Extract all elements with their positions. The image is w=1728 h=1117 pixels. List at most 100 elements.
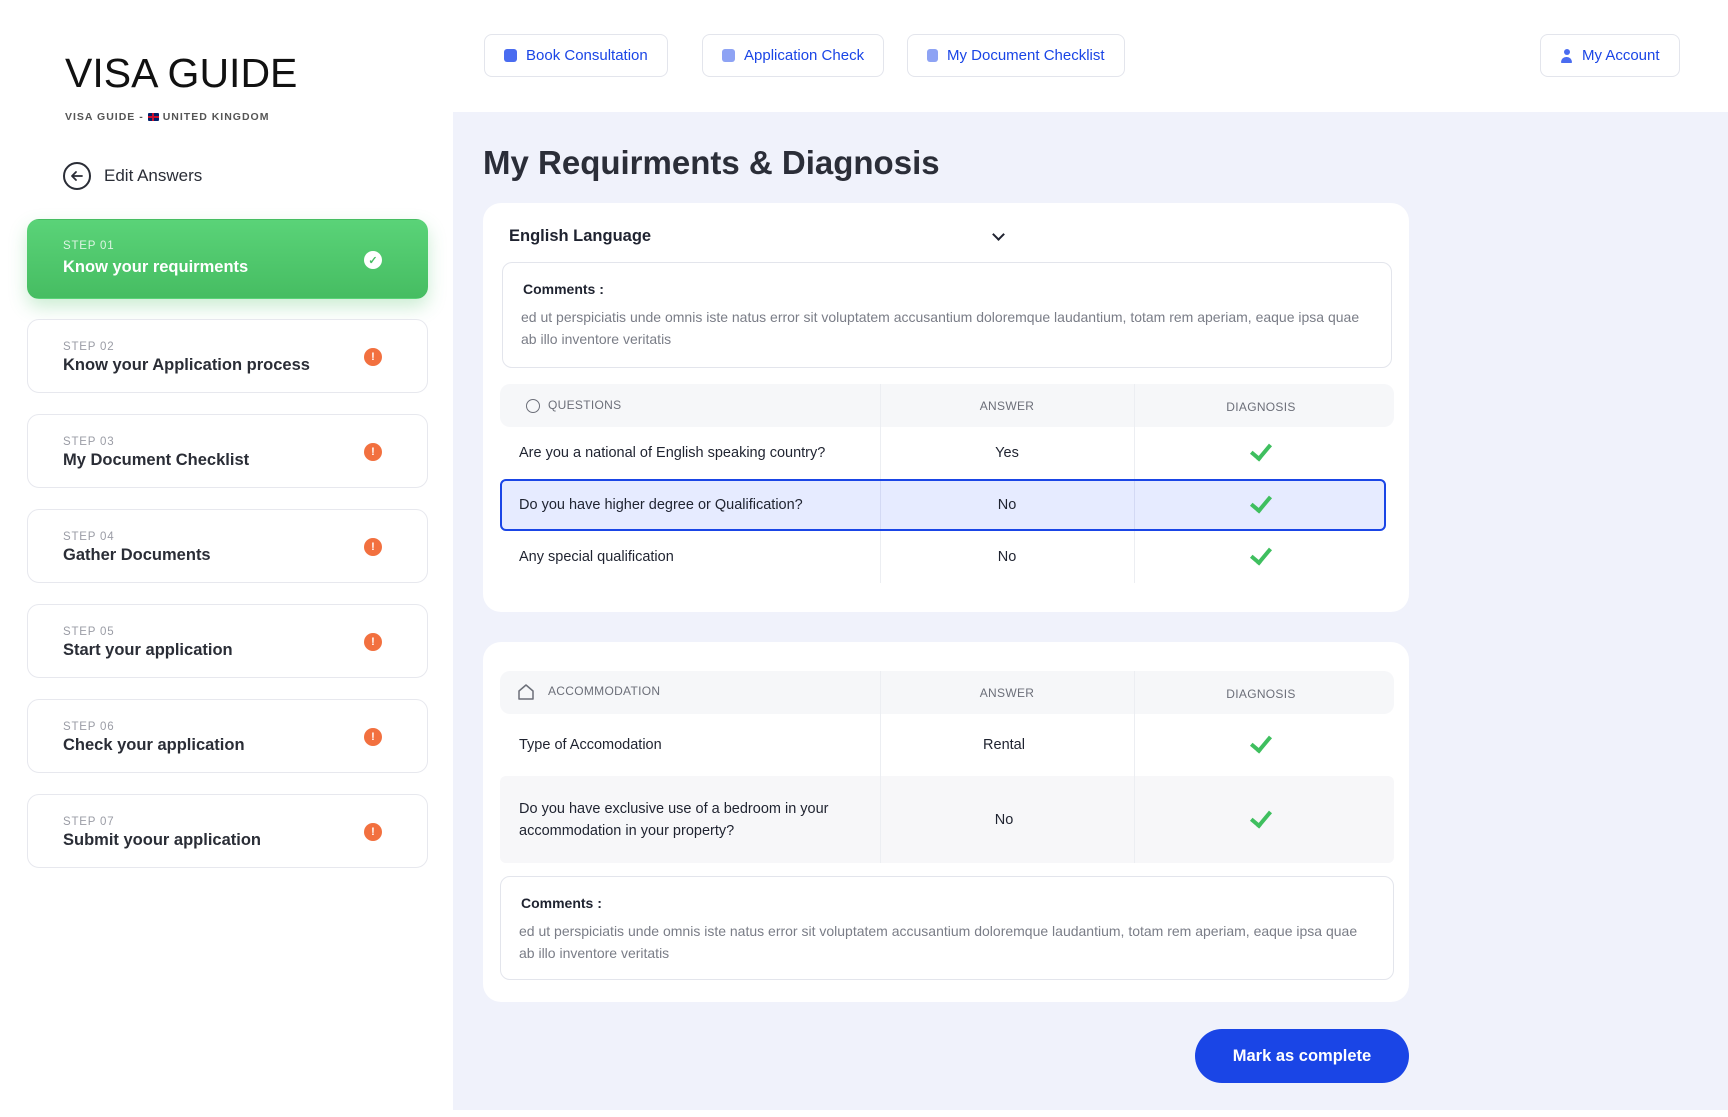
questions-header: QUESTIONS xyxy=(526,398,621,413)
step-item-02[interactable]: STEP 02 Know your Application process ! xyxy=(27,319,428,393)
diagnosis-cell xyxy=(1134,542,1388,566)
edit-answers-label: Edit Answers xyxy=(104,166,203,185)
step-label: Know your Application process xyxy=(63,356,310,374)
calendar-icon xyxy=(504,49,517,62)
step-item-06[interactable]: STEP 06 Check your application ! xyxy=(27,699,428,773)
checkmark-icon xyxy=(1249,730,1273,754)
document-icon xyxy=(927,49,938,62)
english-language-card: English Language Comments : ed ut perspi… xyxy=(483,203,1409,612)
english-questions-table: QUESTIONS ANSWER DIAGNOSIS Are you a nat… xyxy=(500,384,1394,583)
accommodation-table: ACCOMMODATION ANSWER DIAGNOSIS Type of A… xyxy=(500,671,1394,863)
question-cell: Do you have exclusive use of a bedroom i… xyxy=(519,800,829,839)
table-row[interactable]: Are you a national of English speaking c… xyxy=(500,427,1394,479)
table-header: ACCOMMODATION ANSWER DIAGNOSIS xyxy=(500,671,1394,714)
book-consultation-button[interactable]: Book Consultation xyxy=(484,34,668,77)
diagnosis-cell xyxy=(1134,438,1388,462)
step-item-07[interactable]: STEP 07 Submit yoour application ! xyxy=(27,794,428,868)
document-checklist-label: My Document Checklist xyxy=(947,47,1105,64)
answer-cell: No xyxy=(997,497,1017,513)
question-cell: Do you have higher degree or Qualificati… xyxy=(519,497,803,513)
question-icon xyxy=(526,398,540,413)
checkmark-icon xyxy=(1249,490,1273,514)
answer-cell: No xyxy=(997,549,1017,565)
checkmark-icon xyxy=(1249,438,1273,462)
brand-subtitle-country: UNITED KINGDOM xyxy=(162,111,270,123)
sidebar: VISA GUIDE VISA GUIDE - UNITED KINGDOM E… xyxy=(0,0,453,1117)
mark-as-complete-button[interactable]: Mark as complete xyxy=(1195,1029,1409,1083)
step-number: STEP 04 xyxy=(63,531,115,543)
comments-body: ed ut perspiciatis unde omnis iste natus… xyxy=(519,923,1358,961)
diagnosis-header: DIAGNOSIS xyxy=(1226,687,1296,701)
step-label: Know your requirments xyxy=(63,258,249,276)
step-label: Submit yoour application xyxy=(63,831,262,849)
my-account-button[interactable]: My Account xyxy=(1540,34,1680,77)
step-label: Gather Documents xyxy=(63,546,211,564)
home-icon xyxy=(518,684,534,700)
step-label: My Document Checklist xyxy=(63,451,250,469)
document-checklist-button[interactable]: My Document Checklist xyxy=(907,34,1125,77)
main-content: Book Consultation Application Check My D… xyxy=(453,0,1728,1110)
diagnosis-header: DIAGNOSIS xyxy=(1226,400,1296,414)
back-arrow-icon xyxy=(63,162,91,190)
accommodation-header: ACCOMMODATION xyxy=(516,682,660,702)
table-row[interactable]: Do you have exclusive use of a bedroom i… xyxy=(500,776,1394,863)
diagnosis-cell xyxy=(1134,490,1388,514)
step-number: STEP 07 xyxy=(63,816,115,828)
steps-list: STEP 01 Know your requirments ✓ STEP 02 … xyxy=(27,219,428,889)
step-number: STEP 01 xyxy=(63,240,115,252)
accommodation-header-label: ACCOMMODATION xyxy=(548,684,661,699)
alert-icon: ! xyxy=(364,823,382,841)
brand-subtitle: VISA GUIDE - UNITED KINGDOM xyxy=(65,111,269,123)
chevron-down-icon xyxy=(992,228,1005,241)
table-row[interactable]: Any special qualification No xyxy=(500,531,1394,583)
comments-box: Comments : ed ut perspiciatis unde omnis… xyxy=(502,262,1392,368)
step-item-04[interactable]: STEP 04 Gather Documents ! xyxy=(27,509,428,583)
top-navbar: Book Consultation Application Check My D… xyxy=(453,0,1728,112)
alert-icon: ! xyxy=(364,443,382,461)
step-label: Check your application xyxy=(63,736,245,754)
question-cell: Are you a national of English speaking c… xyxy=(519,445,826,461)
comments-box: Comments : ed ut perspiciatis unde omnis… xyxy=(500,876,1394,980)
answer-cell: No xyxy=(994,811,1014,828)
step-item-05[interactable]: STEP 05 Start your application ! xyxy=(27,604,428,678)
uk-flag-icon xyxy=(147,113,159,121)
my-account-label: My Account xyxy=(1582,47,1660,64)
diagnosis-cell xyxy=(1134,730,1388,754)
user-icon xyxy=(1560,48,1573,63)
english-language-accordion[interactable]: English Language xyxy=(509,227,1009,246)
step-number: STEP 05 xyxy=(63,626,115,638)
diagnosis-cell xyxy=(1134,804,1388,829)
table-row[interactable]: Type of Accomodation Rental xyxy=(500,714,1394,776)
answer-cell: Yes xyxy=(995,445,1019,461)
comments-title: Comments : xyxy=(523,281,604,297)
check-icon: ✓ xyxy=(364,251,382,269)
table-header: QUESTIONS ANSWER DIAGNOSIS xyxy=(500,384,1394,427)
edit-answers-button[interactable]: Edit Answers xyxy=(63,162,202,190)
step-number: STEP 02 xyxy=(63,341,115,353)
alert-icon: ! xyxy=(364,538,382,556)
step-label: Start your application xyxy=(63,641,233,659)
checkmark-icon xyxy=(1249,804,1273,829)
table-row-selected[interactable]: Do you have higher degree or Qualificati… xyxy=(500,479,1386,531)
checkmark-icon xyxy=(1249,542,1273,566)
answer-header: ANSWER xyxy=(979,686,1035,700)
comments-title: Comments : xyxy=(521,895,602,911)
application-check-label: Application Check xyxy=(744,47,865,64)
application-check-button[interactable]: Application Check xyxy=(702,34,885,77)
step-item-01[interactable]: STEP 01 Know your requirments ✓ xyxy=(27,219,428,299)
brand-subtitle-left: VISA GUIDE - xyxy=(65,111,144,123)
answer-cell: Rental xyxy=(983,737,1025,753)
question-cell: Any special qualification xyxy=(519,549,674,565)
step-number: STEP 06 xyxy=(63,721,115,733)
questions-header-label: QUESTIONS xyxy=(548,398,622,412)
step-item-03[interactable]: STEP 03 My Document Checklist ! xyxy=(27,414,428,488)
question-cell: Type of Accomodation xyxy=(519,737,662,753)
comments-body: ed ut perspiciatis unde omnis iste natus… xyxy=(521,309,1360,347)
alert-icon: ! xyxy=(364,348,382,366)
answer-header: ANSWER xyxy=(979,399,1035,413)
brand-logo: VISA GUIDE xyxy=(65,50,298,96)
alert-icon: ! xyxy=(364,728,382,746)
accommodation-card: ACCOMMODATION ANSWER DIAGNOSIS Type of A… xyxy=(483,642,1409,1002)
page-title: My Requirments & Diagnosis xyxy=(483,144,940,181)
book-consultation-label: Book Consultation xyxy=(526,47,648,64)
